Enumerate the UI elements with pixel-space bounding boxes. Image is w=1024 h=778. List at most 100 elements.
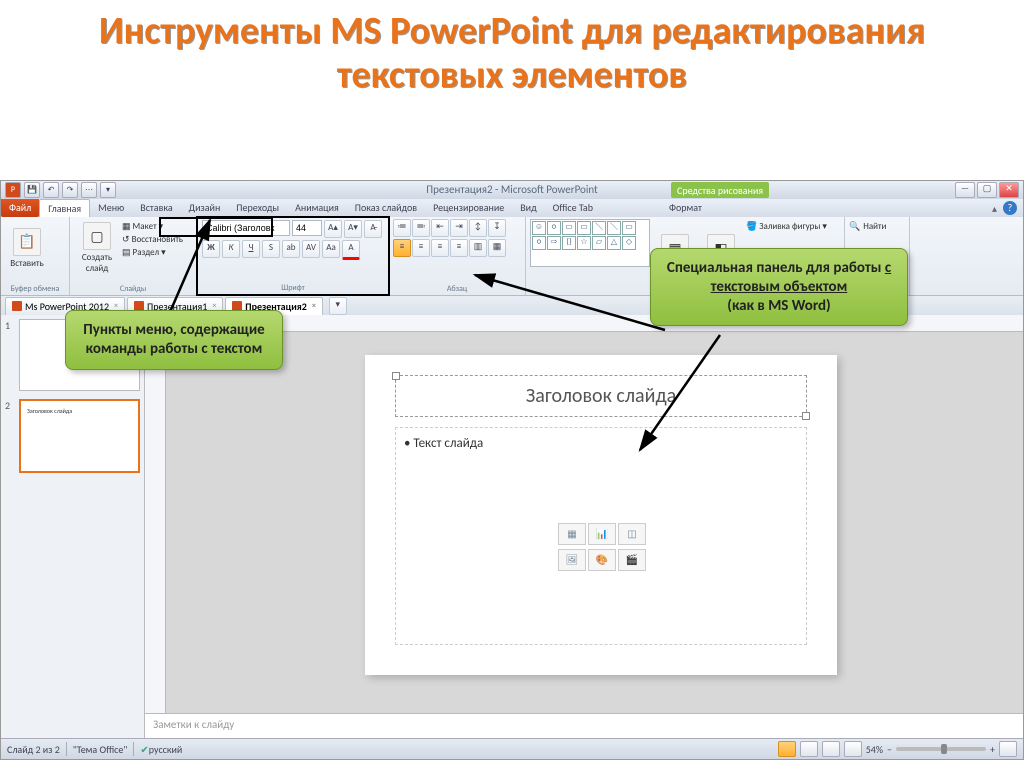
- line-spacing-button[interactable]: ↕: [469, 219, 487, 237]
- tab-design[interactable]: Дизайн: [181, 199, 229, 217]
- tab-review[interactable]: Рецензирование: [425, 199, 512, 217]
- text-direction-button[interactable]: ↧: [488, 219, 506, 237]
- minimize-ribbon-icon[interactable]: ▴: [992, 202, 997, 215]
- italic-button[interactable]: К: [222, 240, 240, 258]
- bullets-button[interactable]: ≔: [393, 219, 411, 237]
- font-color-button[interactable]: A: [342, 240, 360, 260]
- align-left-button[interactable]: ≡: [393, 239, 411, 257]
- increase-indent-button[interactable]: ⇥: [450, 219, 468, 237]
- slide-title: Инструменты MS PowerPoint для редактиров…: [40, 10, 984, 97]
- columns-button[interactable]: ▥: [469, 239, 487, 257]
- shape-brace-icon[interactable]: {}: [562, 236, 576, 250]
- title-text[interactable]: Заголовок слайда: [396, 376, 806, 416]
- underline-button[interactable]: Ч: [242, 240, 260, 258]
- shrink-font-icon[interactable]: A▾: [344, 220, 362, 238]
- insert-picture-icon[interactable]: 🖼: [558, 549, 586, 571]
- bold-button[interactable]: Ж: [202, 240, 220, 258]
- shape-star-icon[interactable]: ☆: [577, 236, 591, 250]
- zoom-level[interactable]: 54%: [866, 743, 883, 756]
- tab-file[interactable]: Файл: [1, 199, 39, 217]
- zoom-slider[interactable]: [896, 747, 986, 751]
- shape-arrow-icon[interactable]: ⇨: [547, 236, 561, 250]
- shapes-gallery[interactable]: ☺ ○ ▭ ▭ ＼ ＼ ▭ ○ ⇨ {} ☆ ▱ △ ◇: [530, 219, 650, 267]
- shape-fill-button[interactable]: 🪣 Заливка фигуры ▾: [746, 221, 827, 232]
- layout-button[interactable]: ▦ Макет ▾: [122, 221, 183, 232]
- slide-panel[interactable]: 1 2 Заголовок слайда: [1, 315, 145, 739]
- slide-canvas[interactable]: Заголовок слайда • Текст слайда ▦ 📊 ◫ 🖼 …: [365, 355, 837, 675]
- shape-circle-icon[interactable]: ○: [547, 221, 561, 235]
- section-button[interactable]: ▤ Раздел ▾: [122, 247, 183, 258]
- grow-font-icon[interactable]: A▴: [324, 220, 342, 238]
- statusbar: Слайд 2 из 2 "Тема Office" ✔ русский 54%…: [1, 738, 1023, 759]
- sorter-view-button[interactable]: [800, 741, 818, 757]
- drawing-tools-context: Средства рисования: [671, 182, 769, 198]
- font-group-label: Шрифт: [198, 283, 388, 293]
- insert-table-icon[interactable]: ▦: [558, 523, 586, 545]
- maximize-button[interactable]: ▢: [977, 182, 997, 198]
- decrease-indent-button[interactable]: ⇤: [431, 219, 449, 237]
- help-icon[interactable]: ?: [1003, 201, 1017, 215]
- shape-rect3-icon[interactable]: ▭: [622, 221, 636, 235]
- insert-smartart-icon[interactable]: ◫: [618, 523, 646, 545]
- shadow-button[interactable]: ab: [282, 240, 300, 258]
- paste-label: Вставить: [10, 258, 43, 269]
- case-button[interactable]: Aa: [322, 240, 340, 258]
- paste-icon: 📋: [13, 228, 41, 256]
- font-size-combo[interactable]: [292, 220, 322, 236]
- new-slide-icon: ▢: [83, 222, 111, 250]
- tab-menu[interactable]: Меню: [90, 199, 132, 217]
- zoom-in-button[interactable]: +: [990, 743, 995, 756]
- fit-button[interactable]: [999, 741, 1017, 757]
- body-text[interactable]: Текст слайда: [413, 436, 483, 451]
- tab-insert[interactable]: Вставка: [132, 199, 180, 217]
- reset-button[interactable]: ↺ Восстановить: [122, 234, 183, 245]
- shape-line2-icon[interactable]: ＼: [607, 221, 621, 235]
- tab-slideshow[interactable]: Показ слайдов: [347, 199, 425, 217]
- tab-animations[interactable]: Анимация: [287, 199, 347, 217]
- shape-diamond-icon[interactable]: ◇: [622, 236, 636, 250]
- shape-line-icon[interactable]: ＼: [592, 221, 606, 235]
- paste-button[interactable]: 📋 Вставить: [5, 219, 49, 277]
- tab-home[interactable]: Главная: [39, 199, 90, 217]
- shape-rect-icon[interactable]: ▭: [562, 221, 576, 235]
- spacing-button[interactable]: AV: [302, 240, 320, 258]
- body-placeholder[interactable]: • Текст слайда ▦ 📊 ◫ 🖼 🎨 🎬: [395, 427, 807, 645]
- insert-media-icon[interactable]: 🎬: [618, 549, 646, 571]
- ribbon-tabs: Файл Главная Меню Вставка Дизайн Переход…: [1, 199, 1023, 217]
- insert-clipart-icon[interactable]: 🎨: [588, 549, 616, 571]
- minimize-button[interactable]: —: [955, 182, 975, 198]
- find-button[interactable]: 🔍 Найти: [849, 221, 905, 232]
- thumb-2[interactable]: 2 Заголовок слайда: [5, 399, 140, 473]
- numbering-button[interactable]: ≕: [412, 219, 430, 237]
- justify-button[interactable]: ≡: [450, 239, 468, 257]
- content-placeholder-icons: ▦ 📊 ◫ 🖼 🎨 🎬: [558, 523, 644, 571]
- close-button[interactable]: ✕: [999, 182, 1019, 198]
- clear-format-icon[interactable]: A̶: [364, 220, 382, 238]
- align-center-button[interactable]: ≡: [412, 239, 430, 257]
- tab-format[interactable]: Формат: [661, 199, 710, 217]
- notes-pane[interactable]: Заметки к слайду: [145, 713, 1023, 739]
- title-placeholder[interactable]: Заголовок слайда: [395, 375, 807, 417]
- shape-rect2-icon[interactable]: ▭: [577, 221, 591, 235]
- normal-view-button[interactable]: [778, 741, 796, 757]
- language-info[interactable]: русский: [149, 743, 183, 756]
- slideshow-view-button[interactable]: [844, 741, 862, 757]
- strike-button[interactable]: S: [262, 240, 280, 258]
- tab-office-tab[interactable]: Office Tab: [545, 199, 601, 217]
- shape-oval-icon[interactable]: ○: [532, 236, 546, 250]
- callout-menu-items: Пункты меню, содержащие команды работы с…: [65, 310, 283, 370]
- pp-file-icon: [12, 301, 22, 311]
- reading-view-button[interactable]: [822, 741, 840, 757]
- shape-smiley-icon[interactable]: ☺: [532, 221, 546, 235]
- tab-transitions[interactable]: Переходы: [228, 199, 287, 217]
- align-right-button[interactable]: ≡: [431, 239, 449, 257]
- insert-chart-icon[interactable]: 📊: [588, 523, 616, 545]
- zoom-out-button[interactable]: −: [887, 743, 892, 756]
- tab-list-button[interactable]: ▾: [329, 297, 347, 315]
- shape-tri-icon[interactable]: △: [607, 236, 621, 250]
- new-slide-button[interactable]: ▢ Создать слайд: [74, 219, 120, 277]
- shape-callout-icon[interactable]: ▱: [592, 236, 606, 250]
- font-name-combo[interactable]: [202, 220, 290, 236]
- smartart-button[interactable]: ▦: [488, 239, 506, 257]
- tab-view[interactable]: Вид: [512, 199, 544, 217]
